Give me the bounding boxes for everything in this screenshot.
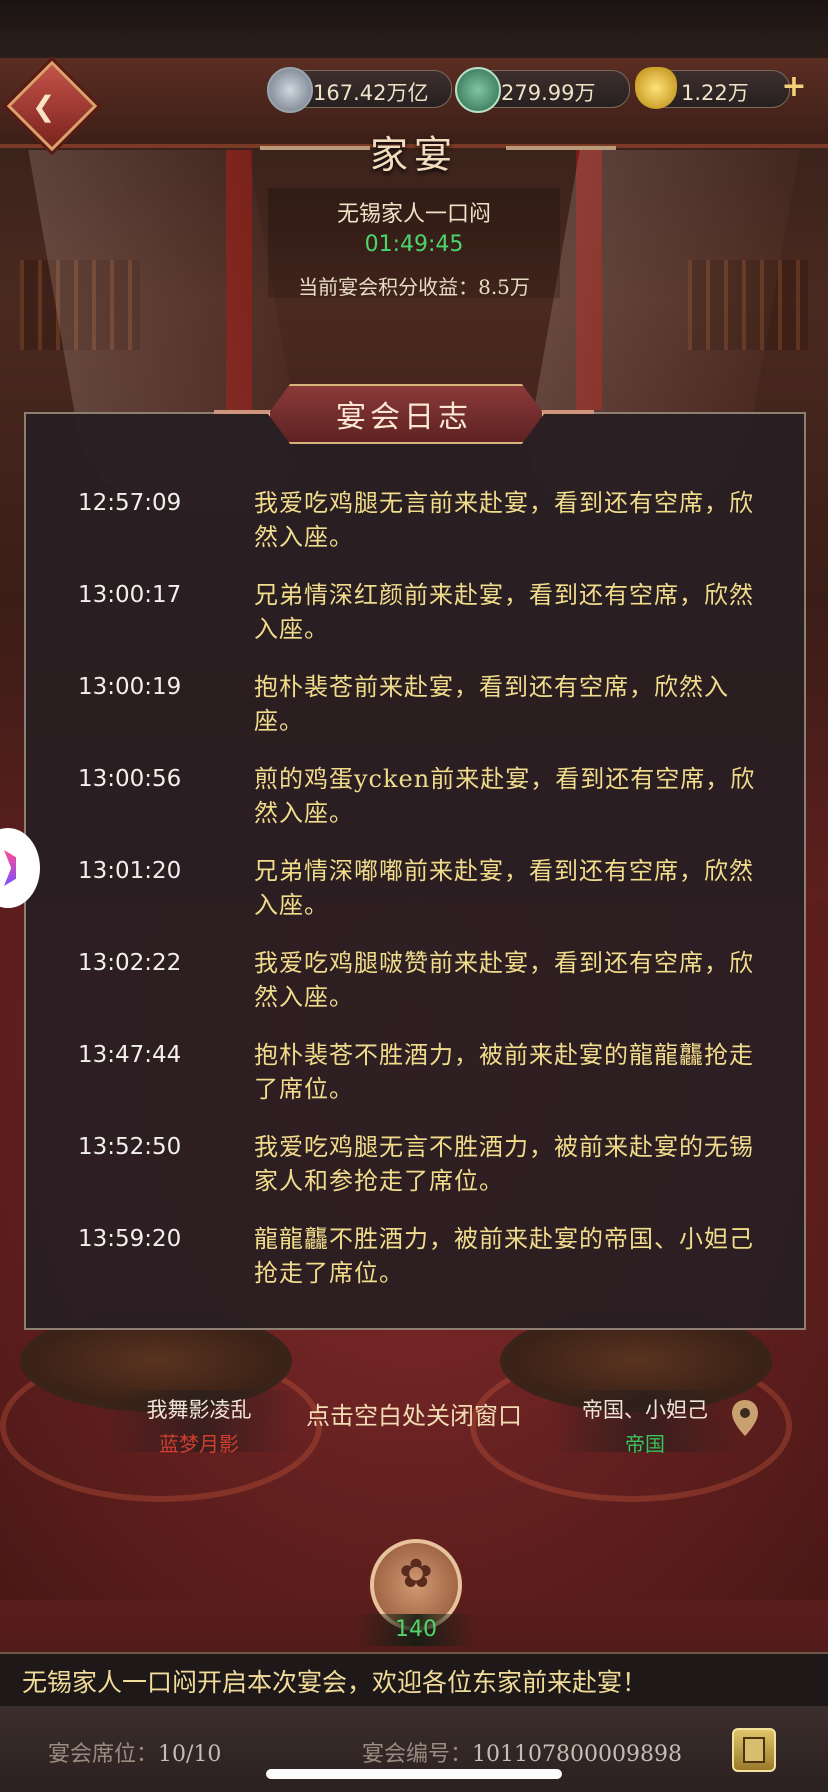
banquet-id-value: 101107800009898 — [472, 1742, 682, 1767]
footer-bar: 宴会席位：10/10 宴会编号：101107800009898 — [0, 1706, 828, 1792]
log-time: 12:57:09 — [78, 490, 182, 516]
seat-count: 宴会席位：10/10 — [48, 1736, 221, 1768]
log-text: 兄弟情深嘟嘟前来赴宴，看到还有空席，欣然入座。 — [254, 857, 754, 919]
log-entry: 13:01:20 兄弟情深嘟嘟前来赴宴，看到还有空席，欣然入座。 — [24, 840, 784, 932]
score-earnings: 当前宴会积分收益：8.5万 — [298, 275, 530, 299]
host-name: 无锡家人一口闷 — [336, 202, 491, 227]
occupant-guild: 蓝梦月影 — [159, 1432, 239, 1456]
log-time: 13:47:44 — [78, 1042, 182, 1068]
jade-token-icon — [455, 67, 501, 113]
log-text: 我爱吃鸡腿无言前来赴宴，看到还有空席，欣然入座。 — [254, 489, 754, 551]
seat-count-label: 宴会席位： — [48, 1742, 159, 1767]
cloud-swirl-icon: ✿ — [399, 1551, 433, 1597]
log-time: 13:02:22 — [78, 950, 182, 976]
occupant-guild: 帝国 — [625, 1432, 665, 1456]
dialog-header: 宴会日志 — [214, 384, 594, 444]
currency-value: 279.99万 — [501, 81, 596, 105]
log-entry: 13:52:50 我爱吃鸡腿无言不胜酒力，被前来赴宴的无锡家人和参抢走了席位。 — [24, 1116, 784, 1208]
seat-count-value: 10/10 — [158, 1742, 222, 1767]
banquet-id-label: 宴会编号： — [362, 1742, 473, 1767]
back-arrow-icon: ❮ — [32, 90, 56, 123]
announcement-bar: 无锡家人一口闷开启本次宴会，欢迎各位东家前来赴宴！ — [0, 1652, 828, 1708]
log-entry: 13:00:19 抱朴裴苍前来赴宴，看到还有空席，欣然入座。 — [24, 656, 784, 748]
currency-jade: 279.99万 — [455, 67, 630, 113]
emblem-count: 140 — [356, 1614, 476, 1646]
gold-ingot-icon — [635, 67, 677, 109]
document-icon — [743, 1737, 765, 1763]
log-text: 兄弟情深红颜前来赴宴，看到还有空席，欣然入座。 — [254, 581, 754, 643]
dialog-title: 宴会日志 — [336, 400, 472, 435]
location-pin-icon[interactable] — [730, 1398, 760, 1438]
log-text: 我爱吃鸡腿无言不胜酒力，被前来赴宴的无锡家人和参抢走了席位。 — [254, 1133, 754, 1195]
log-list: 12:57:09 我爱吃鸡腿无言前来赴宴，看到还有空席，欣然入座。 13:00:… — [24, 472, 784, 1300]
log-entry: 13:00:17 兄弟情深红颜前来赴宴，看到还有空席，欣然入座。 — [24, 564, 784, 656]
log-text: 我爱吃鸡腿啵赞前来赴宴，看到还有空席，欣然入座。 — [254, 949, 754, 1011]
status-bar — [0, 0, 828, 58]
log-text: 龍龍龘不胜酒力，被前来赴宴的帝国、小妲己抢走了席位。 — [254, 1225, 754, 1287]
announcement-text: 无锡家人一口闷开启本次宴会，欢迎各位东家前来赴宴！ — [22, 1668, 648, 1697]
silver-coin-icon — [267, 67, 313, 113]
log-text: 煎的鸡蛋ycken前来赴宴，看到还有空席，欣然入座。 — [254, 765, 756, 827]
log-time: 13:00:56 — [78, 766, 182, 792]
log-text: 抱朴裴苍不胜酒力，被前来赴宴的龍龍龘抢走了席位。 — [254, 1041, 754, 1103]
page-title: 家宴 — [369, 133, 458, 177]
log-text: 抱朴裴苍前来赴宴，看到还有空席，欣然入座。 — [254, 673, 729, 735]
log-entry: 13:47:44 抱朴裴苍不胜酒力，被前来赴宴的龍龍龘抢走了席位。 — [24, 1024, 784, 1116]
document-button[interactable] — [732, 1728, 776, 1772]
log-time: 13:00:17 — [78, 582, 182, 608]
log-entry: 13:00:56 煎的鸡蛋ycken前来赴宴，看到还有空席，欣然入座。 — [24, 748, 784, 840]
close-window-hint[interactable]: 点击空白处关闭窗口 — [0, 1396, 828, 1431]
assistant-logo-icon — [4, 850, 16, 886]
log-time: 13:00:19 — [78, 674, 182, 700]
home-indicator[interactable] — [266, 1769, 562, 1779]
add-currency-button[interactable]: + — [778, 72, 810, 104]
currency-value: 1.22万 — [681, 81, 749, 105]
banquet-id: 宴会编号：101107800009898 — [362, 1736, 682, 1768]
banquet-info: 无锡家人一口闷 01:49:45 当前宴会积分收益：8.5万 — [268, 188, 560, 299]
log-time: 13:01:20 — [78, 858, 182, 884]
log-time: 13:59:20 — [78, 1226, 182, 1252]
countdown-timer: 01:49:45 — [364, 232, 464, 257]
currency-gold: 1.22万 — [635, 67, 790, 109]
log-entry: 13:59:20 龍龍龘不胜酒力，被前来赴宴的帝国、小妲己抢走了席位。 — [24, 1208, 784, 1300]
log-entry: 12:57:09 我爱吃鸡腿无言前来赴宴，看到还有空席，欣然入座。 — [24, 472, 784, 564]
currency-value: 167.42万亿 — [313, 81, 429, 105]
log-entry: 13:02:22 我爱吃鸡腿啵赞前来赴宴，看到还有空席，欣然入座。 — [24, 932, 784, 1024]
log-time: 13:52:50 — [78, 1134, 182, 1160]
currency-silver: 167.42万亿 — [267, 67, 452, 113]
